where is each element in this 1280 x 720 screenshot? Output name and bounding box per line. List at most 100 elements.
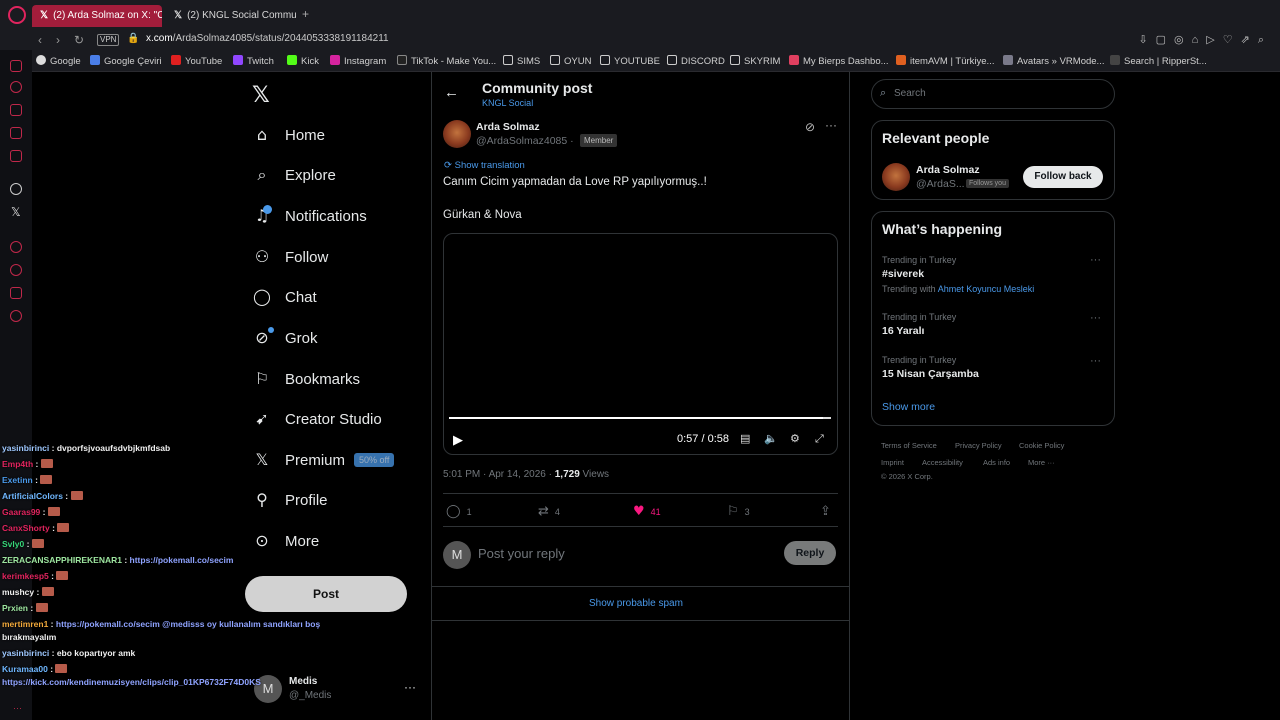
like-action[interactable]: ♥ 41 <box>633 504 661 519</box>
nav-more[interactable]: ⊙ More <box>253 528 319 554</box>
trend-with-link[interactable]: Ahmet Koyuncu Mesleki <box>938 284 1035 294</box>
footer-cookie[interactable]: Cookie Policy <box>1019 441 1064 450</box>
trend-name[interactable]: 16 Yaralı <box>882 325 924 337</box>
follow-back-button[interactable]: Follow back <box>1023 166 1103 188</box>
trend-name[interactable]: 15 Nisan Çarşamba <box>882 368 979 380</box>
lock-icon[interactable]: 🔒 <box>127 33 139 44</box>
chat-username[interactable]: Gaaras99 <box>2 507 40 517</box>
nav-chat[interactable]: ◯ Chat <box>253 284 317 310</box>
sidebar-icon-4[interactable] <box>10 127 22 139</box>
chat-text[interactable]: https://pokemall.co/secim <box>130 555 234 565</box>
footer-imprint[interactable]: Imprint <box>881 458 904 467</box>
rp-avatar[interactable] <box>882 163 910 191</box>
bookmark-google[interactable]: Google <box>36 55 81 67</box>
volume-icon[interactable]: 🔈 <box>764 432 778 445</box>
reply-button[interactable]: Reply <box>784 541 836 565</box>
show-spam-link[interactable]: Show probable spam <box>589 598 683 609</box>
chat-username[interactable]: kerimkesp5 <box>2 571 49 581</box>
chat-text[interactable]: https://kick.com/kendinemuzisyen/clips/c… <box>2 677 261 687</box>
rp-name[interactable]: Arda Solmaz <box>916 164 980 176</box>
chat-username[interactable]: CanxShorty <box>2 523 50 533</box>
rp-handle[interactable]: @ArdaS... <box>916 178 965 190</box>
back-arrow-icon[interactable]: ← <box>444 84 459 101</box>
account-more-icon[interactable]: ··· <box>404 680 416 694</box>
bookmark-twitch[interactable]: Twitch <box>233 55 274 67</box>
nav-profile[interactable]: ⚲ Profile <box>253 487 327 513</box>
nav-follow[interactable]: ⚇ Follow <box>253 244 329 270</box>
chat-username[interactable]: Kuramaa00 <box>2 664 48 674</box>
video-player[interactable] <box>443 233 838 455</box>
sidebar-icon-5[interactable] <box>10 150 22 162</box>
bookmark-kick[interactable]: Kick <box>287 55 319 67</box>
footer-privacy[interactable]: Privacy Policy <box>955 441 1002 450</box>
chat-username[interactable]: ArtificialColors <box>2 491 63 501</box>
sidebar-icon-3[interactable] <box>10 104 22 116</box>
account-handle[interactable]: @_Medis <box>289 690 331 701</box>
author-handle[interactable]: @ArdaSolmaz4085 · <box>476 135 574 147</box>
nav-creator-studio[interactable]: ➹ Creator Studio <box>253 406 381 432</box>
chatgpt-icon[interactable] <box>10 183 22 195</box>
repost-action[interactable]: ⇄ 4 <box>538 504 560 519</box>
bookmark-youtube-folder[interactable]: YOUTUBE <box>600 55 660 67</box>
chat-username[interactable]: Exetinn <box>2 475 33 485</box>
community-link[interactable]: KNGL Social <box>482 98 533 108</box>
extensions-icon[interactable] <box>10 287 22 299</box>
chat-username[interactable]: mertimren1 <box>2 619 48 629</box>
bookmark-tiktok[interactable]: TikTok - Make You... <box>397 55 496 67</box>
chat-username[interactable]: Svly0 <box>2 539 24 549</box>
chat-username[interactable]: mushcy <box>2 587 34 597</box>
url-field[interactable]: x.com/ArdaSolmaz4085/status/204405333819… <box>146 33 389 44</box>
share-action[interactable]: ⇪ <box>820 504 837 519</box>
reply-action[interactable]: ◯ 1 <box>446 504 472 519</box>
post-more-icon[interactable]: ··· <box>825 118 837 132</box>
post-timestamp[interactable]: 5:01 PM · Apr 14, 2026 · <box>443 469 552 480</box>
author-name[interactable]: Arda Solmaz <box>476 121 540 133</box>
tab-kngl-community[interactable]: 𝕏 (2) KNGL Social Communi <box>166 5 296 27</box>
bookmark-action[interactable]: ⚐ 3 <box>727 504 750 519</box>
back-nav-icon[interactable]: ‹ <box>38 33 42 47</box>
trend-more-icon[interactable]: ··· <box>1090 312 1101 324</box>
footer-ads-info[interactable]: Ads info <box>983 458 1010 467</box>
tab-arda-post[interactable]: 𝕏 (2) Arda Solmaz on X: "Ca <box>32 5 162 27</box>
bookmark-skyrim[interactable]: SKYRIM <box>730 55 780 67</box>
post-button[interactable]: Post <box>245 576 407 612</box>
show-more-link[interactable]: Show more <box>882 401 935 413</box>
show-translation-link[interactable]: ⟳ Show translation <box>444 160 525 171</box>
settings-gear-icon[interactable]: ⚙ <box>790 432 800 445</box>
bookmark-ripperstore[interactable]: Search | RipperSt... <box>1110 55 1207 67</box>
play-icon[interactable]: ▶ <box>453 432 463 448</box>
settings-icon[interactable] <box>10 310 22 322</box>
chat-username[interactable]: yasinbirinci <box>2 648 49 658</box>
player-icon[interactable] <box>10 241 22 253</box>
chat-username[interactable]: ZERACANSAPPHIREKENAR1 <box>2 555 122 565</box>
forward-nav-icon[interactable]: › <box>56 33 60 47</box>
reply-input[interactable]: Post your reply <box>478 546 565 561</box>
chat-username[interactable]: Emp4th <box>2 459 33 469</box>
bookmark-instagram[interactable]: Instagram <box>330 55 386 67</box>
footer-more[interactable]: More ··· <box>1028 458 1055 467</box>
history-icon[interactable] <box>10 264 22 276</box>
search-input[interactable]: ⌕ Search <box>871 79 1115 109</box>
bookmark-vrmodels[interactable]: Avatars » VRMode... <box>1003 55 1104 67</box>
chat-text[interactable]: https://pokemall.co/secim @medisss oy ku… <box>56 619 320 629</box>
trend-name[interactable]: #siverek <box>882 268 924 280</box>
x-app-icon[interactable]: 𝕏 <box>11 205 21 219</box>
nav-premium[interactable]: 𝕏 Premium <box>253 447 345 473</box>
nav-grok[interactable]: ⊘ Grok <box>253 325 317 351</box>
footer-terms[interactable]: Terms of Service <box>881 441 937 450</box>
vpn-badge[interactable]: VPN <box>97 34 120 46</box>
chat-more-icon[interactable]: ··· <box>13 703 22 713</box>
video-progress-bar[interactable] <box>449 417 831 419</box>
account-name[interactable]: Medis <box>289 676 317 687</box>
fullscreen-icon[interactable]: ⤢ <box>815 432 824 446</box>
opera-logo-icon[interactable] <box>8 6 26 24</box>
bookmark-itemavm[interactable]: itemAVM | Türkiye... <box>896 55 994 67</box>
bookmark-google-ceviri[interactable]: Google Çeviri <box>90 55 162 67</box>
new-tab-icon[interactable]: + <box>302 8 314 20</box>
bookmark-youtube[interactable]: YouTube <box>171 55 222 67</box>
sidebar-icon-2[interactable] <box>10 81 22 93</box>
nav-explore[interactable]: ⌕ Explore <box>253 162 336 188</box>
trend-more-icon[interactable]: ··· <box>1090 254 1101 266</box>
nav-home[interactable]: ⌂ Home <box>253 122 325 148</box>
bookmark-oyun[interactable]: OYUN <box>550 55 591 67</box>
